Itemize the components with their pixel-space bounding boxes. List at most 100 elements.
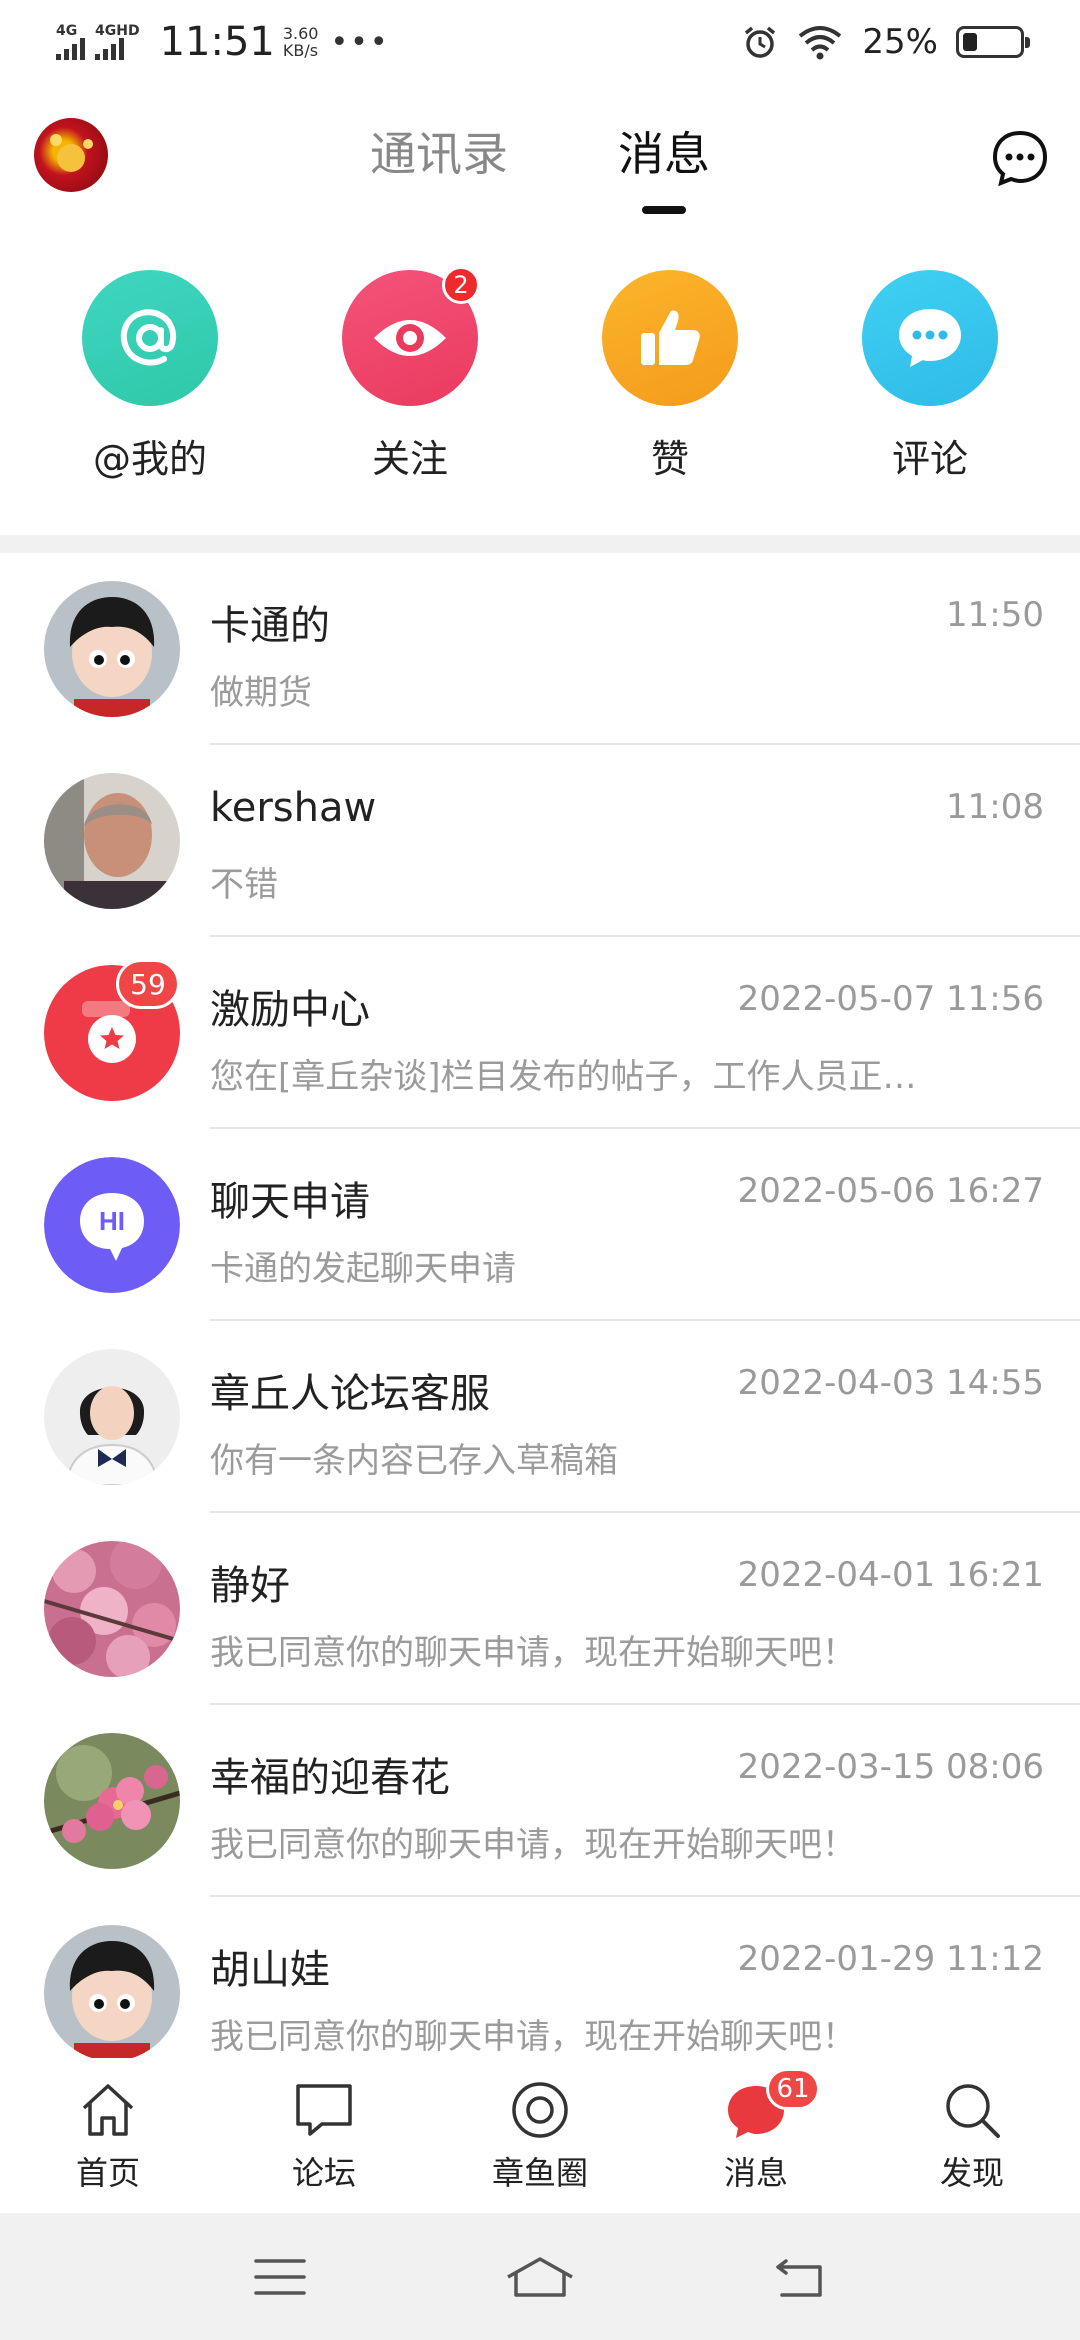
conversation-time: 11:08 [946, 787, 1044, 827]
conversation-preview: 我已同意你的聊天申请，现在开始聊天吧！ [210, 1825, 856, 1865]
avatar: 59 [44, 959, 180, 1101]
status-bar: 4G 4GHD 11:51 3.60 KB/s ••• 25% [0, 0, 1080, 84]
conversation-name: kershaw [210, 785, 377, 831]
nav-discover[interactable]: 发现 [882, 2078, 1062, 2194]
conversation-item[interactable]: 胡山娃 2022-01-29 11:12 我已同意你的聊天申请，现在开始聊天吧！ [0, 1897, 1080, 2058]
status-right: 25% [742, 22, 1030, 62]
conversation-name: 激励中心 [210, 987, 370, 1033]
circle-icon [512, 2081, 568, 2138]
back-button[interactable] [760, 2247, 840, 2307]
conversation-preview: 卡通的发起聊天申请 [210, 1249, 516, 1289]
conversation-time: 2022-04-03 14:55 [737, 1363, 1044, 1403]
conversation-time: 11:50 [946, 595, 1044, 635]
comment-icon [899, 309, 961, 367]
battery-percent: 25% [862, 22, 938, 62]
conversation-name: 章丘人论坛客服 [210, 1371, 490, 1417]
thumbs-up-icon [641, 310, 700, 365]
category-likes-label: 赞 [650, 437, 689, 481]
conversation-preview: 不错 [210, 865, 278, 905]
home-button[interactable] [500, 2247, 580, 2307]
conversation-item[interactable]: kershaw 11:08 不错 [0, 745, 1080, 937]
conversation-preview: 我已同意你的聊天申请，现在开始聊天吧！ [210, 1633, 856, 1673]
category-follow-circle[interactable]: 2 [342, 266, 480, 406]
system-navigation-bar [0, 2213, 1080, 2340]
hi-label: HI [99, 1206, 125, 1236]
avatar [44, 1733, 180, 1869]
conversation-name: 聊天申请 [210, 1179, 370, 1225]
clock: 11:51 [159, 19, 275, 65]
nav-messages-label: 消息 [723, 2153, 788, 2192]
conversation-name: 卡通的 [210, 603, 330, 649]
conversation-list[interactable]: 卡通的 11:50 做期货 kershaw 11:08 不错 59 激励中心 2… [0, 553, 1080, 2058]
conversation-time: 2022-05-07 11:56 [737, 979, 1044, 1019]
eye-icon [374, 320, 446, 356]
wifi-icon [799, 26, 842, 60]
category-comments-label: 评论 [891, 437, 968, 481]
signal-bars-icon [95, 38, 124, 60]
avatar [44, 1925, 180, 2058]
nav-forum-label: 论坛 [291, 2153, 356, 2192]
category-mentions[interactable]: @我的 [50, 270, 250, 520]
notification-categories: @我的 2 关注 赞 评论 [0, 266, 1080, 520]
nav-circle[interactable]: 章鱼圈 [450, 2078, 630, 2194]
avatar [44, 773, 180, 909]
conversation-time: 2022-03-15 08:06 [737, 1747, 1044, 1787]
signal-bars-icon [56, 38, 85, 60]
signal-sim2: 4GHD [95, 24, 140, 60]
nav-discover-label: 发现 [939, 2153, 1004, 2192]
service-avatar-image [44, 1349, 180, 1485]
follow-badge: 2 [442, 266, 480, 304]
header: 通讯录 消息 [0, 100, 1080, 230]
category-follow-label: 关注 [371, 437, 448, 481]
category-comments[interactable]: 评论 [830, 270, 1030, 520]
category-mentions-circle[interactable] [82, 270, 218, 406]
avatar [44, 1349, 180, 1485]
tab-messages[interactable]: 消息 [618, 118, 710, 214]
network-speed: 3.60 KB/s [283, 25, 319, 59]
tab-contacts[interactable]: 通讯录 [370, 118, 508, 214]
category-follow[interactable]: 2 关注 [310, 266, 510, 520]
sim2-label: 4GHD [95, 23, 140, 39]
flower-avatar-image [44, 1733, 180, 1869]
battery-icon [956, 26, 1030, 58]
nav-messages-badge: 61 [766, 2067, 820, 2110]
more-notifications-icon: ••• [330, 24, 390, 60]
blossom-avatar-image [44, 1541, 180, 1677]
menu-icon [254, 2258, 306, 2295]
chat-bubble-icon[interactable] [990, 128, 1050, 188]
conversation-time: 2022-04-01 16:21 [737, 1555, 1044, 1595]
nav-home-label: 首页 [75, 2153, 140, 2192]
header-tabs: 通讯录 消息 [0, 118, 1080, 214]
at-icon [120, 309, 177, 366]
conversation-time: 2022-01-29 11:12 [737, 1939, 1044, 1979]
menu-button[interactable] [240, 2247, 320, 2307]
avatar [44, 1541, 180, 1677]
conversation-preview: 您在[章丘杂谈]栏目发布的帖子，工作人员正… [210, 1057, 917, 1097]
conversation-item[interactable]: 59 激励中心 2022-05-07 11:56 您在[章丘杂谈]栏目发布的帖子… [0, 937, 1080, 1129]
category-comments-circle[interactable] [862, 270, 998, 406]
conversation-preview: 做期货 [210, 673, 312, 713]
conversation-name: 胡山娃 [210, 1947, 330, 1993]
conversation-time: 2022-05-06 16:27 [737, 1171, 1044, 1211]
category-likes-circle[interactable] [602, 270, 738, 406]
bottom-nav: 首页 论坛 章鱼圈 61 消息 发现 [0, 2058, 1080, 2213]
nav-home[interactable]: 首页 [18, 2078, 198, 2194]
conversation-preview: 你有一条内容已存入草稿箱 [210, 1441, 618, 1481]
conversation-item[interactable]: 静好 2022-04-01 16:21 我已同意你的聊天申请，现在开始聊天吧！ [0, 1513, 1080, 1705]
discover-icon [946, 2083, 1000, 2138]
conversation-preview: 我已同意你的聊天申请，现在开始聊天吧！ [210, 2017, 856, 2057]
conversation-item[interactable]: HI 聊天申请 2022-05-06 16:27 卡通的发起聊天申请 [0, 1129, 1080, 1321]
nav-circle-label: 章鱼圈 [491, 2153, 588, 2192]
nav-messages[interactable]: 61 消息 [666, 2067, 846, 2194]
section-divider [0, 535, 1080, 553]
nav-forum[interactable]: 论坛 [234, 2078, 414, 2194]
sim1-label: 4G [56, 23, 78, 39]
photo-avatar-image [44, 773, 180, 909]
conversation-item[interactable]: 章丘人论坛客服 2022-04-03 14:55 你有一条内容已存入草稿箱 [0, 1321, 1080, 1513]
conversation-name: 静好 [210, 1563, 290, 1609]
conversation-item[interactable]: 卡通的 11:50 做期货 [0, 553, 1080, 745]
alarm-icon [745, 26, 776, 58]
battery-level [963, 33, 977, 51]
conversation-item[interactable]: 幸福的迎春花 2022-03-15 08:06 我已同意你的聊天申请，现在开始聊… [0, 1705, 1080, 1897]
category-likes[interactable]: 赞 [570, 270, 770, 520]
